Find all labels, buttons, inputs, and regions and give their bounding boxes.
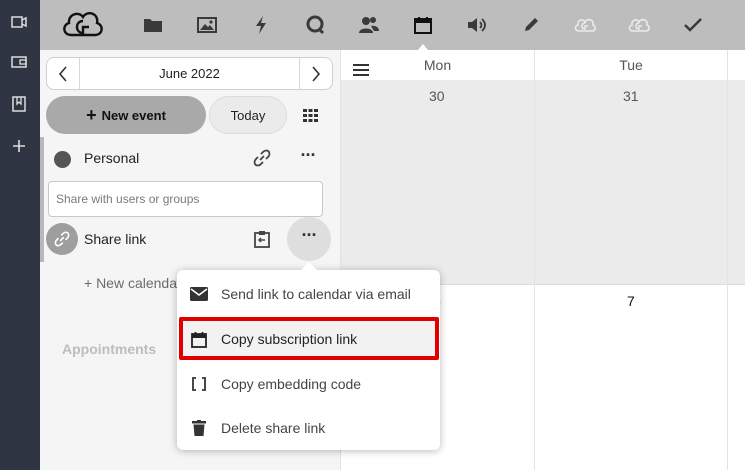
cloud-icon[interactable]	[627, 13, 651, 37]
copy-embedding-code-item[interactable]: Copy embedding code	[177, 362, 440, 406]
talk-icon[interactable]	[303, 13, 327, 37]
pencil-icon[interactable]	[519, 13, 543, 37]
menu-item-label: Copy embedding code	[221, 376, 362, 392]
today-button[interactable]: Today	[209, 96, 287, 134]
day-header-tue: Tue	[619, 57, 643, 73]
day-header-mon: Mon	[423, 57, 452, 73]
appointments-heading[interactable]: Appointments	[62, 341, 156, 357]
video-icon[interactable]	[9, 12, 29, 32]
day-number[interactable]: 30	[429, 88, 445, 104]
calendar-icon[interactable]	[411, 13, 435, 50]
calendar-week-row	[341, 80, 745, 285]
plus-icon: +	[86, 105, 97, 125]
next-month-button[interactable]	[299, 58, 332, 89]
date-picker[interactable]: June 2022	[46, 57, 333, 90]
date-picker-label[interactable]: June 2022	[80, 58, 299, 89]
day-number[interactable]: 7	[627, 293, 635, 309]
audio-icon[interactable]	[465, 13, 489, 37]
new-event-label: New event	[101, 107, 166, 123]
scrollbar[interactable]	[40, 137, 44, 262]
trash-icon	[177, 406, 221, 450]
email-icon	[177, 272, 221, 316]
share-with-input[interactable]: Share with users or groups	[48, 181, 323, 217]
view-grid-button[interactable]	[298, 104, 322, 126]
add-icon[interactable]	[9, 136, 29, 156]
calendar-more-button[interactable]: ···	[298, 146, 318, 168]
chevron-right-icon	[312, 65, 321, 82]
clipboard-icon[interactable]	[252, 229, 272, 249]
menu-item-label: Send link to calendar via email	[221, 286, 411, 302]
cloud-icon[interactable]	[573, 13, 597, 37]
copy-subscription-link-item[interactable]: Copy subscription link	[177, 317, 440, 361]
embed-icon	[177, 362, 221, 406]
column-divider	[534, 50, 535, 470]
calendar-list-item[interactable]: Personal ···	[46, 142, 336, 176]
column-divider	[727, 50, 728, 470]
folder-icon[interactable]	[141, 13, 165, 37]
contacts-icon[interactable]	[357, 13, 381, 37]
left-rail	[0, 0, 40, 470]
delete-share-link-item[interactable]: Delete share link	[177, 406, 440, 450]
share-link-more-button[interactable]: ···	[287, 217, 331, 261]
send-link-email-item[interactable]: Send link to calendar via email	[177, 272, 440, 316]
menu-item-label: Delete share link	[221, 420, 326, 436]
bookmark-icon[interactable]	[9, 94, 29, 114]
chevron-left-icon	[58, 65, 67, 82]
image-icon[interactable]	[195, 13, 219, 37]
link-icon	[46, 223, 78, 255]
day-number[interactable]: 31	[623, 88, 639, 104]
check-icon[interactable]	[681, 13, 705, 37]
popover-arrow	[300, 262, 318, 271]
activity-icon[interactable]	[249, 13, 273, 37]
previous-month-button[interactable]	[47, 58, 80, 89]
calendar-color-dot[interactable]	[54, 151, 71, 168]
wallet-icon[interactable]	[9, 52, 29, 72]
calendar-icon	[177, 317, 221, 361]
logo-icon[interactable]	[58, 4, 108, 46]
new-event-button[interactable]: + New event	[46, 96, 206, 134]
menu-item-label: Copy subscription link	[221, 331, 358, 347]
calendar-name: Personal	[84, 150, 140, 166]
link-icon[interactable]	[252, 148, 272, 168]
share-link-label: Share link	[84, 231, 147, 247]
grid-icon	[302, 108, 318, 122]
share-link-row: Share link ···	[46, 217, 336, 261]
new-calendar-button[interactable]: + New calenda	[84, 275, 177, 291]
